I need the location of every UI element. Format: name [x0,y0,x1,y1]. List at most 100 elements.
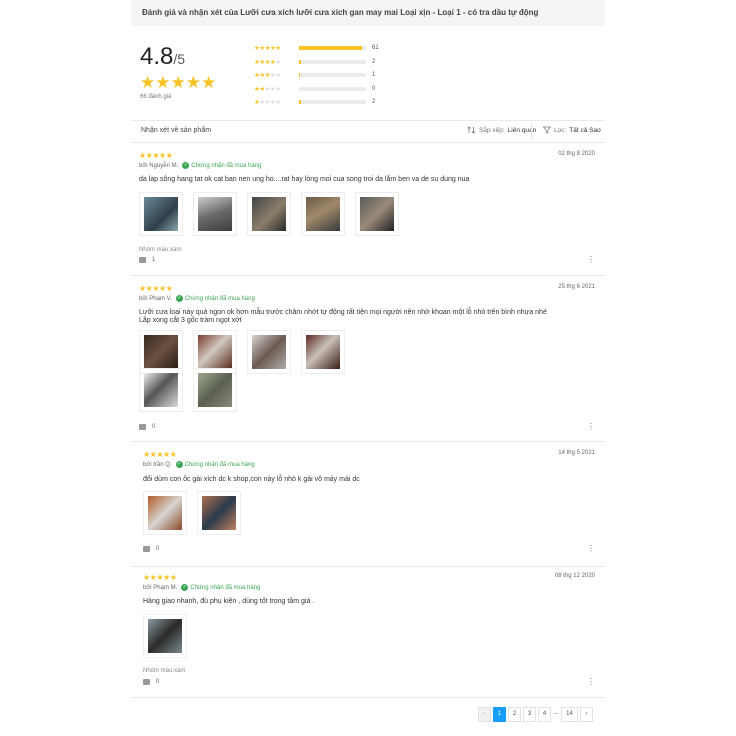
rating-count: 61 [372,44,379,51]
review-text: Hàng giao nhanh, đủ phụ kiện , dùng tốt … [143,598,315,605]
rating-count: 0 [372,85,376,92]
more-options-icon[interactable]: ⋮ [587,423,595,431]
review-stars-icon: ★★★★★ [143,573,177,582]
divider [131,142,605,143]
rating-bar [299,45,366,50]
verified-label: Chứng nhận đã mua hàng [184,461,255,468]
rating-row-3[interactable]: ★★★★★ 1 [254,70,384,79]
like-count: 0 [152,424,156,430]
review-text: Lắp xong cắt 3 gốc tràm ngọt xớt [139,317,242,324]
rating-row-stars-icon: ★★★★★ [254,58,281,66]
divider [531,123,532,139]
more-options-icon[interactable]: ⋮ [587,256,595,264]
like-button[interactable]: 0 [143,546,159,552]
next-page-button[interactable]: › [580,707,593,722]
review-photo[interactable] [139,368,183,412]
divider [131,697,605,698]
rating-row-stars-icon: ★★★★★ [254,85,281,93]
like-count: 1 [152,257,156,263]
rating-bar-fill [299,72,301,77]
page-button-14[interactable]: 14 [561,707,578,722]
page-button-1[interactable]: 1 [493,707,506,722]
verified-label: Chứng nhận đã mua hàng [184,295,255,302]
rating-bar-fill [299,45,362,50]
rating-row-4[interactable]: ★★★★★ 2 [254,57,384,66]
review-date: 25 thg 6 2021 [558,284,595,290]
filter-dropdown[interactable]: Lọc: Tất cả Sao [543,126,601,134]
page-button-3[interactable]: 3 [523,707,536,722]
rating-row-stars-icon: ★★★★★ [254,98,281,106]
rating-bar-fill [299,99,301,104]
verified-label: Chứng nhận đã mua hàng [190,584,261,591]
page-button-2[interactable]: 2 [508,707,521,722]
like-button[interactable]: 0 [139,424,155,430]
review-photo[interactable] [193,192,237,236]
like-count: 0 [156,679,160,685]
average-value: 4.8 [140,43,174,70]
review-author-line: bởi Nguyễn M. ✓ Chứng nhận đã mua hàng [139,162,261,169]
review-item: ★★★★★ bởi Nguyễn M. ✓ Chứng nhận đã mua h… [131,151,605,273]
like-button[interactable]: 0 [143,679,159,685]
review-item: ★★★★★ bởi trần Q. ✓ Chứng nhận đã mua hàn… [131,450,605,562]
rating-count: 2 [372,58,376,65]
rating-row-stars-icon: ★★★★★ [254,71,281,79]
like-button[interactable]: 1 [139,257,155,263]
review-photo[interactable] [197,491,241,535]
page-title: Đánh giá và nhận xét của Lưỡi cưa xích l… [142,8,539,17]
pagination-ellipsis: ... [553,707,559,722]
review-text: đổi dùm con ốc gài xích dc k shop,con nà… [143,476,360,483]
rating-bar [299,86,366,91]
review-date: 14 thg 5 2021 [558,450,595,456]
prev-page-button[interactable]: ‹ [478,707,491,722]
divider [131,441,605,442]
review-photo[interactable] [355,192,399,236]
review-photo[interactable] [193,368,237,412]
more-options-icon[interactable]: ⋮ [587,678,595,686]
rating-bar [299,59,366,64]
thumbs-up-icon [143,679,150,685]
review-photo[interactable] [247,192,291,236]
review-variant: Nhóm màu:xám [143,668,186,674]
rating-bar [299,72,366,77]
review-photo[interactable] [247,330,291,374]
review-photo[interactable] [139,192,183,236]
thumbs-up-icon [139,257,146,263]
divider [131,566,605,567]
review-photo[interactable] [143,491,187,535]
review-item: ★★★★★ bởi Phạm V. ✓ Chứng nhận đã mua hàn… [131,284,605,438]
filter-value: Tất cả Sao [569,126,601,134]
review-author: bởi Nguyễn M. [139,162,179,169]
sort-dropdown[interactable]: Sắp xếp: Liên quan [467,126,536,134]
filter-label: Lọc: [554,126,567,134]
more-options-icon[interactable]: ⋮ [587,545,595,553]
review-author-line: bởi Phạm V. ✓ Chứng nhận đã mua hàng [139,295,255,302]
check-icon: ✓ [175,295,183,302]
sort-icon [467,126,476,134]
page-button-4[interactable]: 4 [538,707,551,722]
review-text: da lap sông hang tat ok cat ban nen ung … [139,176,470,183]
rating-row-5[interactable]: ★★★★★ 61 [254,43,384,52]
average-rating: 4.8/5 [140,43,185,71]
review-author: bởi trần Q. [143,461,172,468]
rating-row-stars-icon: ★★★★★ [254,44,281,52]
review-item: ★★★★★ bởi Phạm M. ✓ Chứng nhận đã mua hàn… [131,573,605,693]
review-photo[interactable] [143,614,187,658]
thumbs-up-icon [139,424,146,430]
average-stars-icon: ★★★★★ [140,73,217,92]
review-author: bởi Phạm M. [143,584,178,591]
check-icon: ✓ [181,584,189,591]
review-author-line: bởi trần Q. ✓ Chứng nhận đã mua hàng [143,461,255,468]
rating-row-1[interactable]: ★★★★★ 2 [254,97,384,106]
review-photo[interactable] [301,192,345,236]
verified-label: Chứng nhận đã mua hàng [191,162,262,169]
verified-badge: ✓ Chứng nhận đã mua hàng [181,584,260,591]
review-variant: Nhóm màu:xám [139,247,182,253]
check-icon: ✓ [182,162,190,169]
reviews-section-title: Nhận xét về sản phẩm [141,127,212,134]
review-count: 66 đánh giá [140,94,172,100]
like-count: 0 [156,546,160,552]
review-author: bởi Phạm V. [139,295,172,302]
review-photo[interactable] [301,330,345,374]
verified-badge: ✓ Chứng nhận đã mua hàng [182,162,261,169]
rating-row-2[interactable]: ★★★★★ 0 [254,84,384,93]
